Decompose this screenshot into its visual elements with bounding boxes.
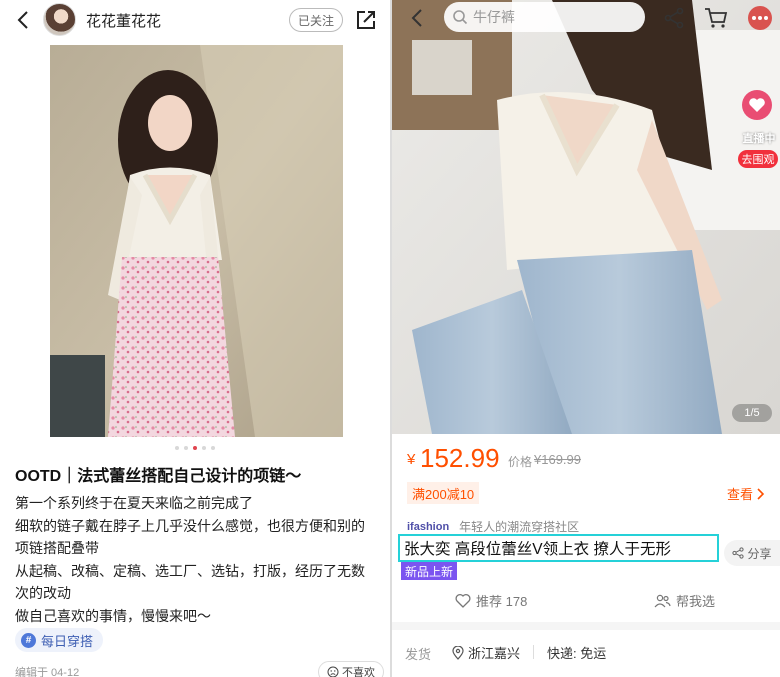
see-coupon-link[interactable]: 查看 <box>727 484 765 503</box>
divider <box>533 645 534 659</box>
brand-row[interactable]: ifashion 年轻人的潮流穿搭社区 <box>407 518 579 535</box>
product-info: ¥ 152.99 价格 ¥169.99 满200减10 查看 ifashion … <box>392 434 780 622</box>
shipping-fee: 快递: 免运 <box>547 646 607 661</box>
product-price: 152.99 <box>420 443 500 473</box>
shipping-location: 浙江嘉兴 <box>452 643 520 662</box>
shipping-label: 发货 <box>405 647 432 662</box>
see-coupon-label: 查看 <box>727 487 754 502</box>
help-choose-label: 帮我选 <box>676 594 716 609</box>
heart-icon <box>742 90 772 120</box>
cart-icon[interactable] <box>703 6 729 30</box>
more-icon[interactable] <box>746 6 774 30</box>
post-photo[interactable] <box>50 45 343 437</box>
post-body: 第一个系列终于在夏天来临之前完成了 细软的链子戴在脖子上几乎没什么感觉，也很方便… <box>15 492 383 627</box>
original-price-label: 价格 <box>508 455 533 469</box>
dislike-label: 不喜欢 <box>342 667 375 677</box>
shipping-location-text: 浙江嘉兴 <box>468 646 521 661</box>
back-icon[interactable] <box>406 6 430 30</box>
topic-tag-label: 每日穿搭 <box>41 633 94 649</box>
search-icon <box>453 10 468 25</box>
share-icon <box>732 547 745 559</box>
dislike-button[interactable]: 不喜欢 <box>318 661 384 677</box>
location-icon <box>452 645 464 660</box>
post-title: OOTD｜法式蕾丝搭配自己设计的项链～ <box>15 468 302 485</box>
carousel-dot[interactable] <box>211 446 215 450</box>
author-avatar[interactable] <box>43 3 76 36</box>
carousel-dot[interactable] <box>175 446 179 450</box>
post-body-line: 次的改动 <box>15 585 71 601</box>
post-body-line: 做自己喜欢的事情，慢慢来吧～ <box>15 607 211 624</box>
post-panel: 花花董花花 已关注 OOTD｜法式蕾丝搭配自己设计的项链～ 第一个系列终于在夏天… <box>0 0 390 677</box>
share-button[interactable]: 分享 <box>724 540 780 566</box>
carousel-dots <box>0 446 390 450</box>
live-badge[interactable]: 直播中 去围观 <box>736 88 780 172</box>
product-title-highlight: 张大奕 高段位蕾丝V领上衣 撩人于无形 <box>398 534 719 562</box>
heart-outline-icon <box>455 593 471 608</box>
price-symbol: ¥ <box>407 451 416 468</box>
recommend-count: 推荐 178 <box>476 594 528 609</box>
sad-face-icon <box>327 666 339 677</box>
product-photo[interactable] <box>392 0 780 434</box>
new-arrival-tag: 新品上新 <box>401 562 458 580</box>
brand-logo: ifashion <box>407 520 450 533</box>
chevron-right-icon <box>757 487 765 500</box>
image-counter: 1/5 <box>732 404 772 422</box>
people-icon <box>654 594 671 607</box>
shipping-row[interactable]: 发货 浙江嘉兴 快递: 免运 <box>392 630 780 677</box>
screenshot-frame: 花花董花花 已关注 OOTD｜法式蕾丝搭配自己设计的项链～ 第一个系列终于在夏天… <box>0 0 780 677</box>
post-body-line: 第一个系列终于在夏天来临之前完成了 <box>15 495 253 511</box>
search-placeholder: 牛仔裤 <box>473 9 515 25</box>
action-row: 推荐 178 帮我选 <box>392 589 780 611</box>
edited-date: 编辑于 04-12 <box>15 667 80 677</box>
help-choose-button[interactable]: 帮我选 <box>654 591 715 610</box>
brand-slogan: 年轻人的潮流穿搭社区 <box>459 520 580 534</box>
share-icon[interactable] <box>662 6 686 30</box>
carousel-dot-active[interactable] <box>193 446 197 450</box>
post-header: 花花董花花 已关注 <box>0 0 390 40</box>
topic-tag[interactable]: # 每日穿搭 <box>15 628 104 652</box>
product-header: 牛仔裤 <box>392 0 780 40</box>
live-status: 直播中 <box>742 133 776 145</box>
post-body-line: 项链搭配叠带 <box>15 540 99 556</box>
share-out-icon[interactable] <box>354 8 378 32</box>
carousel-dot[interactable] <box>184 446 188 450</box>
post-body-line: 从起稿、改稿、定稿、选工厂、选钻，打版，经历了无数 <box>15 562 365 579</box>
product-title: 张大奕 高段位蕾丝V领上衣 撩人于无形 <box>404 541 671 558</box>
original-price: ¥169.99 <box>534 452 581 467</box>
coupon-badge[interactable]: 满200减10 <box>407 482 480 504</box>
live-watch-button[interactable]: 去围观 <box>738 150 778 168</box>
back-icon[interactable] <box>12 8 36 32</box>
product-panel: 牛仔裤 直播中 去围观 1/5 ¥ 152.99 价格 ¥169.99 满200… <box>392 0 780 677</box>
post-body-line: 细软的链子戴在脖子上几乎没什么感觉，也很方便和别的 <box>15 517 365 534</box>
hash-icon: # <box>21 632 36 648</box>
follow-button[interactable]: 已关注 <box>289 8 343 32</box>
recommend-button[interactable]: 推荐 178 <box>455 591 527 610</box>
search-bar[interactable]: 牛仔裤 <box>444 2 645 32</box>
author-name[interactable]: 花花董花花 <box>86 10 161 31</box>
carousel-dot[interactable] <box>202 446 206 450</box>
share-label: 分享 <box>747 546 772 561</box>
